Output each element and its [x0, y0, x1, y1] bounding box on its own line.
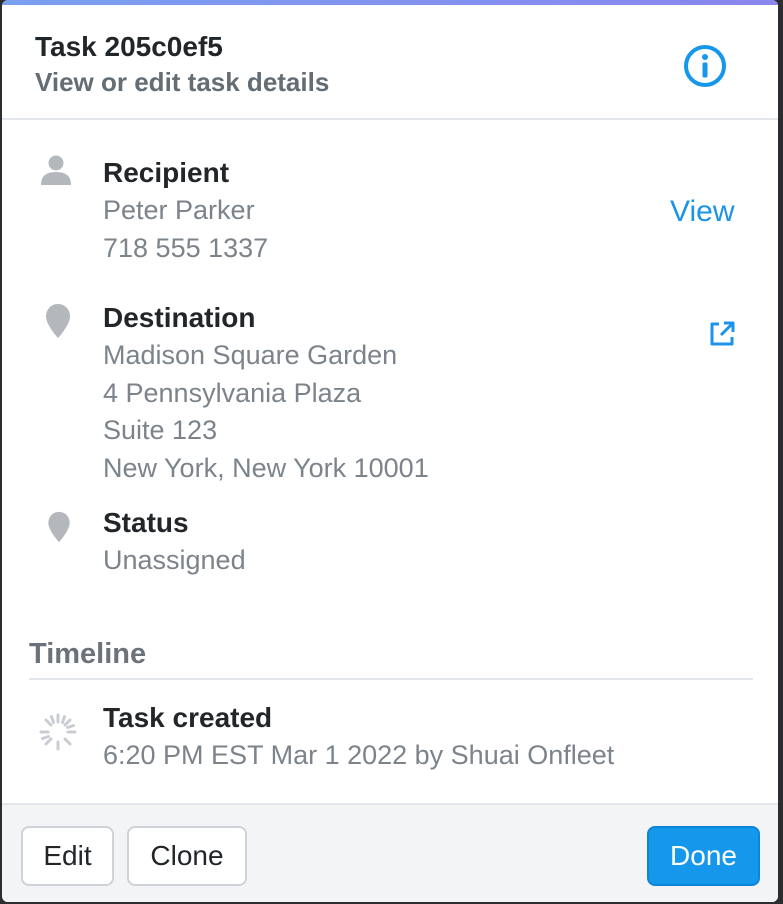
destination-label: Destination	[103, 302, 256, 333]
done-button[interactable]: Done	[647, 826, 760, 886]
timeline-event-title: Task created	[103, 702, 273, 733]
map-pin-icon	[45, 303, 71, 344]
spinner-icon	[37, 711, 79, 758]
destination-line: Madison Square Garden	[103, 340, 398, 370]
status-value: Unassigned	[103, 545, 246, 575]
task-details-panel: Task 205c0ef5 View or edit task details …	[2, 0, 778, 902]
page-title: Task 205c0ef5	[35, 31, 223, 62]
panel-footer: Edit Clone Done	[2, 803, 778, 902]
external-link-icon[interactable]	[707, 319, 737, 354]
map-pin-icon	[47, 511, 71, 548]
panel-header: Task 205c0ef5 View or edit task details	[2, 5, 778, 120]
view-recipient-link[interactable]: View	[670, 195, 734, 229]
person-icon	[38, 152, 74, 193]
recipient-label: Recipient	[103, 157, 230, 188]
edit-button[interactable]: Edit	[21, 826, 114, 886]
clone-button[interactable]: Clone	[127, 826, 247, 886]
timeline-event-detail: 6:20 PM EST Mar 1 2022 by Shuai Onfleet	[103, 740, 615, 770]
divider	[29, 678, 753, 680]
status-label: Status	[103, 507, 189, 538]
recipient-phone: 718 555 1337	[103, 233, 269, 263]
timeline-title: Timeline	[29, 638, 147, 670]
page-subtitle: View or edit task details	[35, 67, 330, 97]
info-icon[interactable]	[682, 43, 728, 89]
destination-line: 4 Pennsylvania Plaza	[103, 378, 362, 408]
destination-line: New York, New York 10001	[103, 453, 429, 483]
recipient-name: Peter Parker	[103, 195, 255, 225]
destination-line: Suite 123	[103, 415, 218, 445]
